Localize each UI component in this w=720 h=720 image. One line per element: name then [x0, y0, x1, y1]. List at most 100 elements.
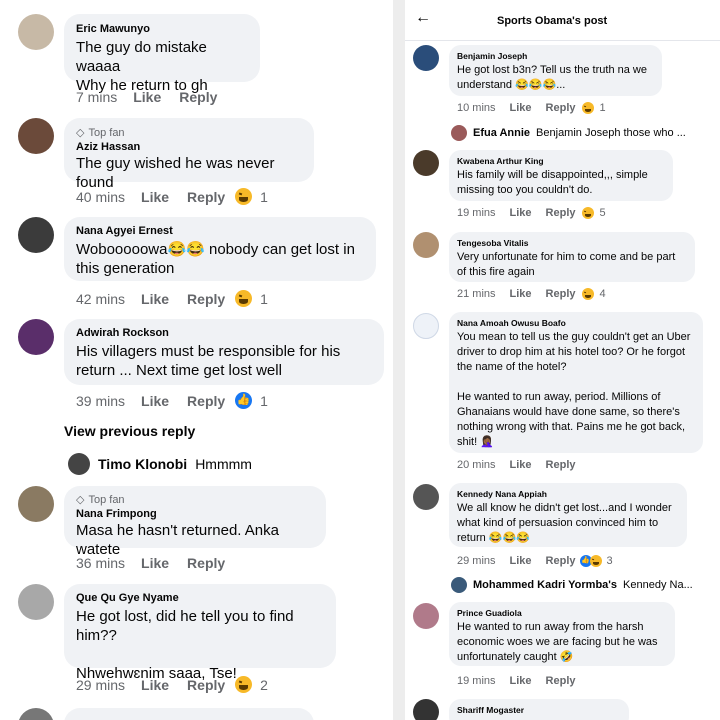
comment-text: We all know he didn't get lost...and I w… — [457, 502, 672, 544]
avatar[interactable] — [413, 484, 439, 510]
reply-preview[interactable]: Mohammed Kadri Yormba's Kennedy Na... — [451, 577, 693, 593]
comment-time: 19 mins — [457, 675, 496, 687]
commenter-name[interactable]: Aziz Hassan — [76, 141, 302, 153]
avatar[interactable] — [413, 150, 439, 176]
reply-text: Hmmmm — [195, 456, 252, 472]
haha-reaction-icon[interactable] — [235, 290, 253, 307]
comment-actions: 21 mins Like Reply 4 — [457, 288, 606, 300]
reply-button[interactable]: Reply — [187, 291, 225, 307]
comment-bubble: ◇ Top fan Nana Frimpong Masa he hasn't re… — [64, 486, 326, 558]
like-button[interactable]: Like — [510, 675, 532, 687]
avatar[interactable] — [18, 486, 54, 522]
reply-button[interactable]: Reply — [546, 675, 576, 687]
like-button[interactable]: Like — [133, 89, 161, 105]
like-button[interactable]: Like — [510, 102, 532, 114]
like-button[interactable]: Like — [510, 459, 532, 471]
haha-reaction-icon[interactable] — [581, 288, 594, 300]
reply-author-name[interactable]: Mohammed Kadri Yormba's — [473, 579, 617, 591]
reply-button[interactable]: Reply — [546, 207, 576, 219]
avatar[interactable] — [451, 125, 467, 141]
commenter-name[interactable]: Adwirah Rockson — [76, 327, 372, 339]
avatar[interactable] — [18, 118, 54, 154]
reply-button[interactable]: Reply — [546, 555, 576, 567]
comment-actions: 20 mins Like Reply — [457, 459, 576, 471]
like-button[interactable]: Like — [141, 555, 169, 571]
avatar[interactable] — [18, 14, 54, 50]
thumbs-up-reaction-icon[interactable]: 👍 — [235, 392, 253, 409]
reaction-count[interactable]: 3 — [607, 555, 613, 567]
reply-author-name[interactable]: Timo Klonobi — [98, 456, 187, 472]
commenter-name[interactable]: Que Qu Gye Nyame — [76, 592, 324, 604]
reply-button[interactable]: Reply — [187, 393, 225, 409]
commenter-name[interactable]: Kennedy Nana Appiah — [457, 489, 679, 499]
reaction-count[interactable]: 5 — [600, 207, 606, 219]
avatar[interactable] — [18, 217, 54, 253]
reply-button[interactable]: Reply — [187, 189, 225, 205]
avatar[interactable] — [18, 319, 54, 355]
reaction-count[interactable]: 2 — [260, 677, 268, 693]
comment-bubble: ◇ Top fan Aziz Hassan The guy wished he w… — [64, 118, 314, 191]
comment-actions: 39 mins Like Reply 👍 1 — [76, 392, 268, 409]
commenter-name[interactable]: Benjamin Joseph — [457, 51, 654, 61]
comment-actions: 7 mins Like Reply — [76, 89, 217, 105]
reply-preview[interactable]: Timo Klonobi Hmmmm — [68, 453, 252, 475]
reply-button[interactable]: Reply — [546, 459, 576, 471]
comment-bubble: Nana Agyei Ernest Wobooooowa😂😂 nobody ca… — [64, 217, 376, 281]
avatar[interactable] — [68, 453, 90, 475]
comment-time: 36 mins — [76, 555, 126, 571]
comment-text: Very unfortunate for him to come and be … — [457, 251, 676, 278]
header-title: Sports Obama's post — [497, 15, 608, 27]
back-arrow-icon[interactable]: ← — [415, 9, 431, 27]
reaction-count[interactable]: 1 — [260, 291, 268, 307]
comment-bubble: Prince Guadiola He wanted to run away fr… — [449, 602, 675, 666]
avatar[interactable] — [413, 45, 439, 71]
commenter-name[interactable]: Prince Guadiola — [457, 608, 667, 618]
like-button[interactable]: Like — [141, 291, 169, 307]
avatar[interactable] — [413, 699, 439, 720]
reply-button[interactable]: Reply — [187, 677, 225, 693]
like-button[interactable]: Like — [510, 207, 532, 219]
commenter-name[interactable]: Nana Agyei Ernest — [76, 225, 364, 237]
comment-text: He got lost, did he tell you to find him… — [76, 608, 294, 682]
haha-reaction-icon[interactable] — [581, 207, 594, 219]
haha-reaction-icon[interactable] — [235, 188, 253, 205]
reply-author-name[interactable]: Efua Annie — [473, 127, 530, 139]
comment-text: Wobooooowa😂😂 nobody can get lost in this… — [76, 241, 355, 277]
commenter-name[interactable]: Tengesoba Vitalis — [457, 238, 687, 248]
reply-text: Benjamin Joseph those who ... — [536, 127, 686, 139]
commenter-name[interactable]: Kwabena Arthur King — [457, 156, 665, 166]
reply-button[interactable]: Reply — [187, 555, 225, 571]
like-button[interactable]: Like — [141, 393, 169, 409]
commenter-name[interactable]: Nana Frimpong — [76, 508, 314, 520]
reply-button[interactable]: Reply — [546, 102, 576, 114]
comment-text: His villagers must be responsible for hi… — [76, 343, 341, 379]
reaction-count[interactable]: 1 — [600, 102, 606, 114]
reply-preview[interactable]: Efua Annie Benjamin Joseph those who ... — [451, 125, 686, 141]
commenter-name[interactable]: Eric Mawunyo — [76, 23, 248, 35]
comment-time: 39 mins — [76, 392, 126, 409]
comment-bubble: Benjamin Joseph He got lost b3n? Tell us… — [449, 45, 662, 96]
like-button[interactable]: Like — [141, 189, 169, 205]
reaction-count[interactable]: 1 — [260, 393, 268, 409]
haha-reaction-icon[interactable] — [589, 555, 602, 567]
haha-reaction-icon[interactable] — [581, 102, 594, 114]
avatar[interactable] — [413, 232, 439, 258]
avatar[interactable] — [413, 313, 439, 339]
reaction-count[interactable]: 1 — [260, 189, 268, 205]
commenter-name[interactable]: Shariff Mogaster — [457, 705, 621, 715]
avatar[interactable] — [18, 584, 54, 620]
reply-button[interactable]: Reply — [179, 89, 217, 105]
commenter-name[interactable]: Nana Amoah Owusu Boafo — [457, 318, 695, 328]
avatar[interactable] — [18, 708, 54, 720]
like-button[interactable]: Like — [141, 677, 169, 693]
avatar[interactable] — [413, 603, 439, 629]
like-button[interactable]: Like — [510, 288, 532, 300]
haha-reaction-icon[interactable] — [235, 676, 253, 693]
view-previous-reply-link[interactable]: View previous reply — [64, 423, 195, 439]
reaction-count[interactable]: 4 — [600, 288, 606, 300]
like-button[interactable]: Like — [510, 555, 532, 567]
comment-actions: 19 mins Like Reply — [457, 675, 576, 687]
avatar[interactable] — [451, 577, 467, 593]
reply-button[interactable]: Reply — [546, 288, 576, 300]
comment-actions: 10 mins Like Reply 1 — [457, 102, 606, 114]
